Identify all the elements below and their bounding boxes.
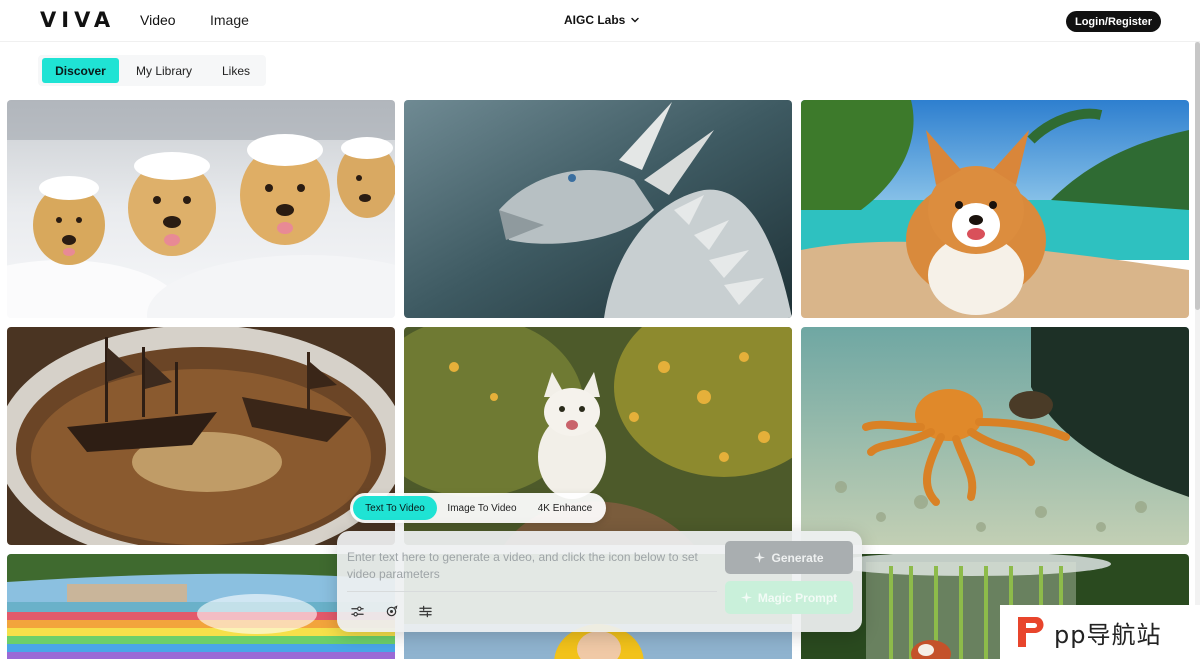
magic-prompt-button[interactable]: Magic Prompt	[725, 581, 853, 614]
chevron-down-icon	[631, 17, 640, 23]
prompt-input[interactable]	[347, 549, 719, 589]
tab-likes[interactable]: Likes	[212, 58, 260, 83]
stone-dragon-thumbnail	[404, 100, 792, 318]
page-scrollbar[interactable]	[1195, 42, 1200, 659]
mode-4k-enhance[interactable]: 4K Enhance	[529, 496, 601, 520]
mode-image-to-video[interactable]: Image To Video	[439, 496, 525, 520]
scrollbar-thumb[interactable]	[1195, 42, 1200, 310]
nav-video[interactable]: Video	[138, 12, 180, 28]
ships-coffee-thumbnail	[7, 327, 395, 545]
aigc-labs-menu[interactable]: AIGC Labs	[564, 13, 640, 27]
generate-label: Generate	[771, 550, 824, 565]
magic-wand-icon	[740, 592, 752, 603]
site-watermark: pp导航站	[1000, 605, 1200, 659]
tab-discover[interactable]: Discover	[42, 58, 119, 83]
generation-mode-tabs: Text To Video Image To Video 4K Enhance	[350, 493, 606, 523]
pp-logo-icon	[1018, 617, 1044, 647]
aigc-labs-label: AIGC Labs	[564, 13, 626, 27]
prompt-panel: Generate Magic Prompt	[337, 531, 862, 632]
tab-my-library[interactable]: My Library	[126, 58, 202, 83]
gallery-video-card[interactable]	[7, 100, 395, 318]
library-tabs: Discover My Library Likes	[38, 55, 266, 86]
generate-button[interactable]: Generate	[725, 541, 853, 574]
settings-sliders-button[interactable]	[349, 603, 365, 619]
gallery-video-card[interactable]	[404, 100, 792, 318]
nav-image[interactable]: Image	[210, 12, 249, 28]
panel-divider	[347, 591, 717, 592]
viva-logo[interactable]: VIVA	[40, 8, 115, 32]
nav-video-label: Video	[140, 12, 176, 28]
puppies-snow-thumbnail	[7, 100, 395, 318]
magic-prompt-label: Magic Prompt	[757, 590, 838, 605]
octopus-underwater-thumbnail	[801, 327, 1189, 545]
settings-sliders-icon	[350, 605, 364, 617]
sparkle-icon	[754, 552, 766, 563]
login-register-button[interactable]: Login/Register	[1066, 11, 1161, 32]
gallery-video-card[interactable]	[7, 327, 395, 545]
gallery-video-card[interactable]	[801, 100, 1189, 318]
mode-text-to-video[interactable]: Text To Video	[353, 496, 437, 520]
watermark-text: pp导航站	[1054, 620, 1162, 649]
camera-motion-icon	[386, 604, 397, 616]
gallery-video-card[interactable]	[801, 327, 1189, 545]
corgi-beach-thumbnail	[801, 100, 1189, 318]
top-header: VIVA Video Image AIGC Labs Login/Registe…	[0, 0, 1200, 42]
camera-motion-button[interactable]	[383, 603, 399, 619]
adjust-icon	[418, 605, 432, 617]
adjust-button[interactable]	[417, 603, 433, 619]
